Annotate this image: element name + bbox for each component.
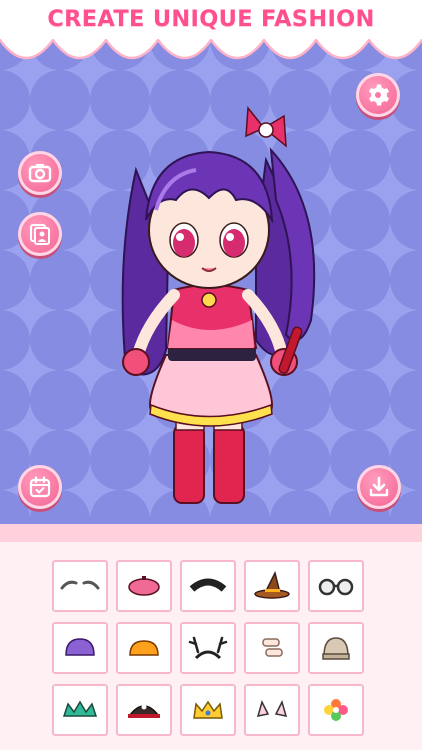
panel-divider [0,524,422,542]
calendar-icon [29,476,51,498]
gear-icon [369,84,389,106]
camera-icon [28,164,52,183]
item-grid [52,560,364,736]
hair-clips-icon [262,638,283,657]
pirate-hat-icon [128,704,160,718]
orange-beret-item[interactable] [116,622,172,674]
hair-clips-item[interactable] [244,622,300,674]
download-button[interactable] [357,465,401,509]
pirate-hat-item[interactable] [116,684,172,736]
cat-ears-icon [256,699,288,717]
flower-icon [324,699,348,721]
banner-scallop-edge [0,30,422,60]
tiara-icon [62,700,98,717]
hair-cap-icon [65,638,95,656]
antler-headband-item[interactable] [180,622,236,674]
cat-ears-item[interactable] [244,684,300,736]
black-headband-item[interactable] [180,560,236,612]
eyebrows-item[interactable] [52,560,108,612]
download-icon [369,476,389,497]
antler-icon [188,636,228,660]
settings-button[interactable] [356,73,400,117]
gallery-button[interactable] [18,212,62,256]
crown-icon [193,700,223,719]
chibi-character [121,106,316,504]
pink-beret-item[interactable] [116,560,172,612]
calendar-button[interactable] [18,465,62,509]
glasses-icon [318,578,354,596]
witch-hat-icon [254,571,290,599]
eyebrows-icon [60,580,100,590]
photo-album-icon [30,224,50,245]
beret-icon [128,576,160,596]
green-tiara-item[interactable] [52,684,108,736]
witch-hat-item[interactable] [244,560,300,612]
headband-icon [189,578,227,592]
gold-crown-item[interactable] [180,684,236,736]
purple-hair-cap-item[interactable] [52,622,108,674]
knit-beanie-item[interactable] [308,622,364,674]
flower-clip-item[interactable] [308,684,364,736]
glasses-item[interactable] [308,560,364,612]
beanie-icon [322,637,350,660]
orange-beret-icon [129,640,159,656]
camera-button[interactable] [18,151,62,195]
